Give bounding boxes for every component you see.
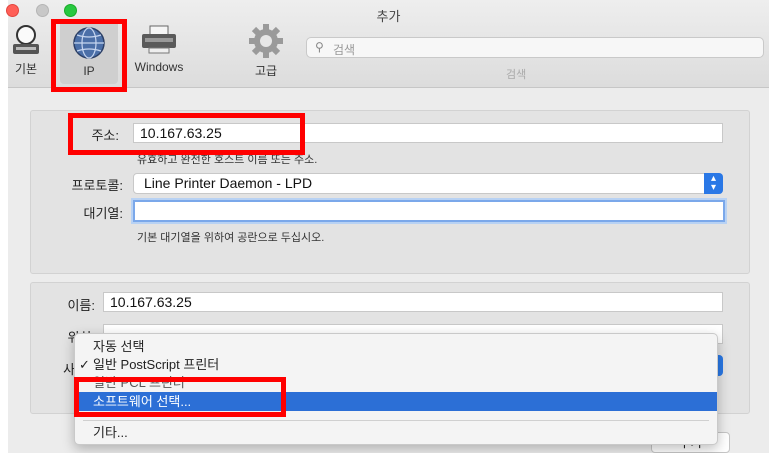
menu-item-label: 일반 PCL 프린터 bbox=[93, 375, 185, 390]
menu-separator bbox=[83, 420, 709, 421]
toolbar-ip-label: IP bbox=[83, 64, 95, 78]
search-placeholder: 검색 bbox=[333, 43, 356, 57]
menu-item-label: 소프트웨어 선택... bbox=[93, 394, 192, 409]
name-field[interactable]: 10.167.63.25 bbox=[103, 292, 723, 312]
toolbar-windows-label: Windows bbox=[134, 60, 184, 74]
search-icon: ⚲ bbox=[315, 40, 324, 54]
checkmark-icon: ✓ bbox=[79, 357, 90, 372]
menu-item-label: 일반 PostScript 프린터 bbox=[93, 357, 220, 372]
toolbar-windows-button[interactable]: Windows bbox=[124, 22, 194, 74]
toolbar-advanced-button[interactable]: 고급 bbox=[244, 22, 288, 79]
search-field[interactable]: ⚲ 검색 bbox=[306, 37, 764, 58]
name-label: 이름: bbox=[67, 298, 95, 313]
menu-item-label: 기타... bbox=[93, 425, 128, 440]
address-hint: 유효하고 완전한 호스트 이름 또는 주소. bbox=[137, 154, 318, 166]
menu-item-generic-pcl[interactable]: 일반 PCL 프린터 bbox=[75, 373, 717, 392]
toolbar-default-button[interactable]: 기본 bbox=[8, 22, 44, 77]
globe-icon bbox=[73, 27, 105, 59]
menu-item-other[interactable]: 기타... bbox=[75, 423, 717, 442]
address-label: 주소: bbox=[91, 128, 119, 143]
toolbar-default-label: 기본 bbox=[14, 62, 38, 76]
menu-item-label: 자동 선택 bbox=[93, 339, 145, 354]
menu-item-select-software[interactable]: 소프트웨어 선택... bbox=[75, 392, 717, 411]
window-title: 추가 bbox=[376, 9, 401, 24]
queue-field[interactable] bbox=[133, 200, 725, 222]
protocol-label: 프로토콜: bbox=[71, 178, 123, 193]
address-field[interactable]: 10.167.63.25 bbox=[133, 123, 723, 143]
menu-item-auto-select[interactable]: 자동 선택 bbox=[75, 337, 717, 356]
gear-icon bbox=[249, 24, 283, 58]
protocol-value: Line Printer Daemon - LPD bbox=[144, 175, 313, 191]
ip-settings-panel: 주소: 10.167.63.25 유효하고 완전한 호스트 이름 또는 주소. … bbox=[30, 110, 750, 274]
toolbar-advanced-label: 고급 bbox=[254, 64, 278, 78]
select-stepper-icon: ▴ ▾ bbox=[704, 173, 723, 194]
menu-item-generic-postscript[interactable]: ✓ 일반 PostScript 프린터 bbox=[75, 355, 717, 374]
queue-label: 대기열: bbox=[83, 206, 124, 221]
titlebar: 추가 기본 IP Windows 고급 ⚲ 검색 검색 bbox=[6, 0, 769, 88]
protocol-select[interactable]: Line Printer Daemon - LPD ▴ ▾ bbox=[133, 173, 723, 194]
toolbar-ip-button[interactable]: IP bbox=[60, 20, 118, 84]
magnifier-printer-icon bbox=[13, 25, 39, 54]
search-label: 검색 bbox=[506, 69, 527, 81]
driver-dropdown-menu: 자동 선택 ✓ 일반 PostScript 프린터 일반 PCL 프린터 소프트… bbox=[74, 333, 718, 445]
windows-printer-icon bbox=[142, 25, 176, 54]
queue-hint: 기본 대기열을 위하여 공란으로 두십시오. bbox=[137, 232, 325, 244]
